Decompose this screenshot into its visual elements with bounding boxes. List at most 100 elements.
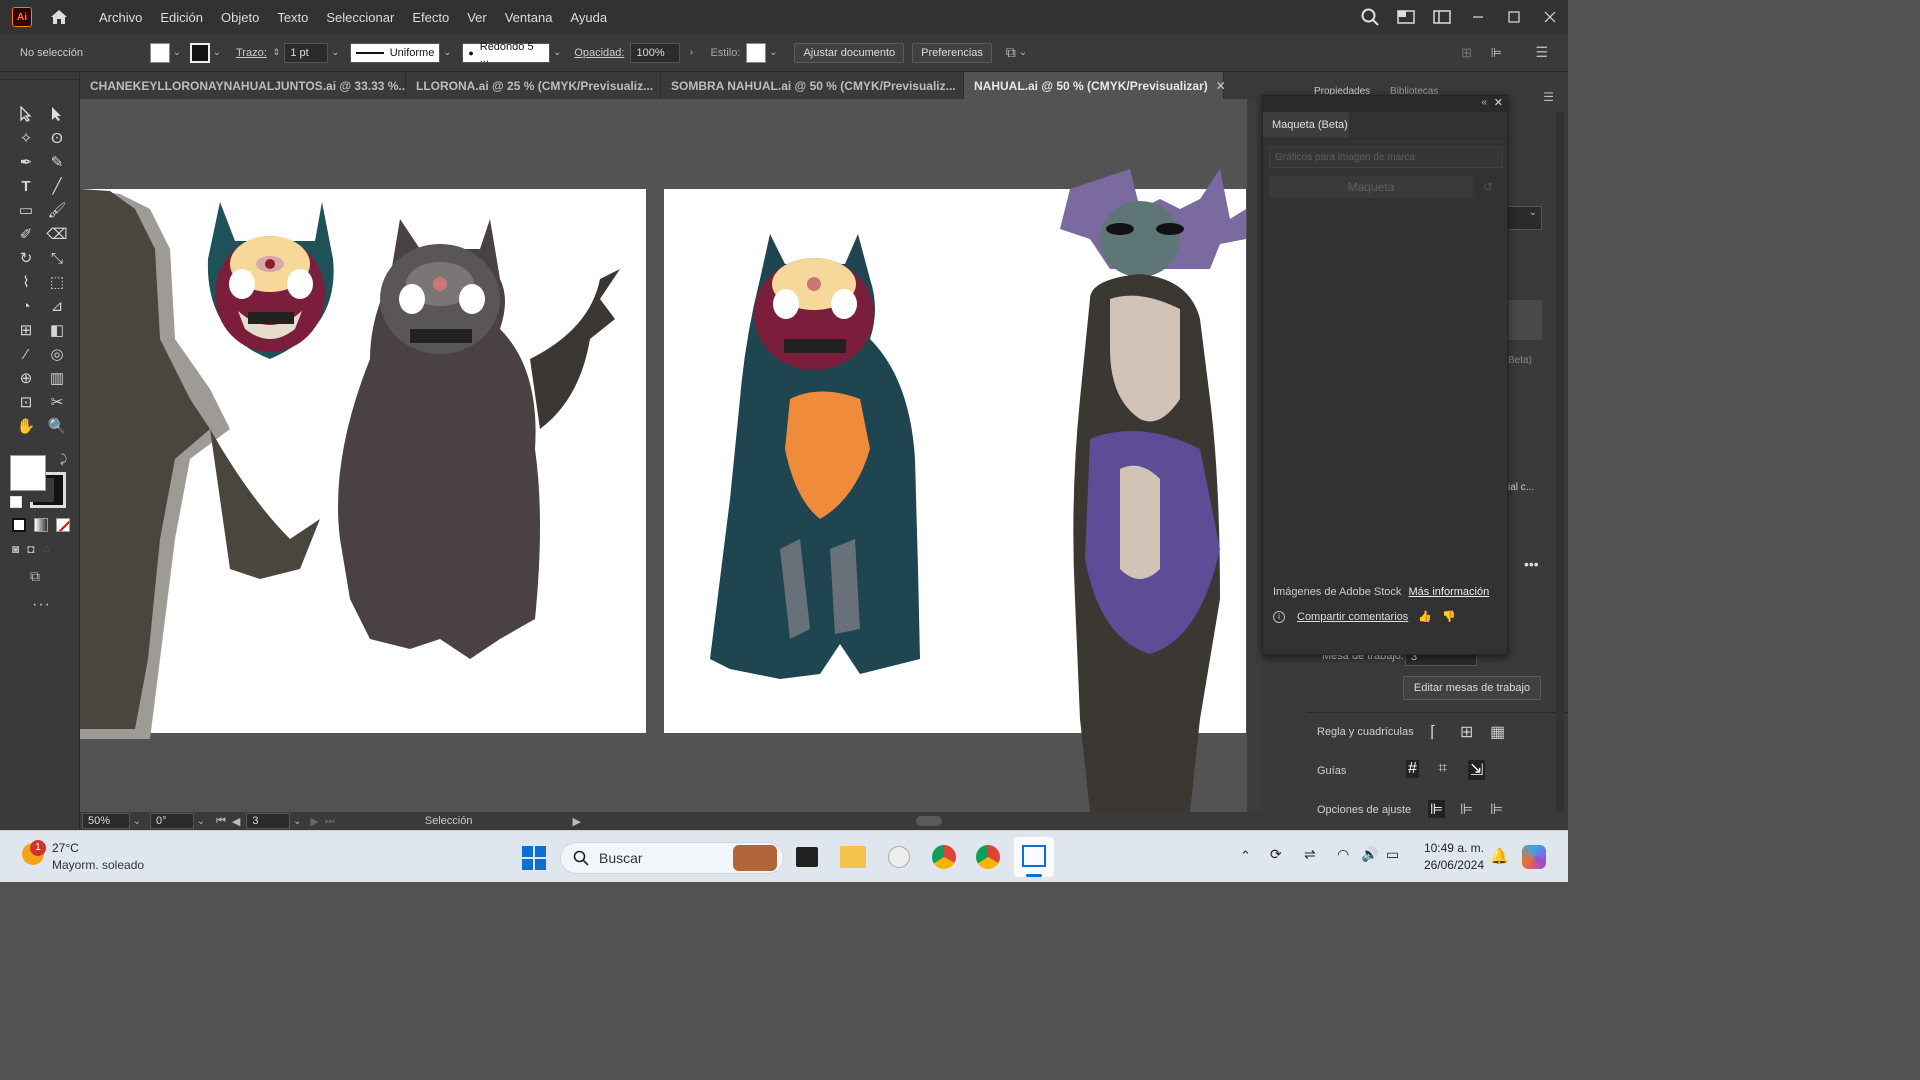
selection-tool-icon[interactable] <box>14 104 38 124</box>
arrange-icon[interactable]: ⧉ <box>1006 44 1016 61</box>
snap-point-icon[interactable]: ⊫ <box>1428 800 1446 818</box>
home-icon[interactable] <box>48 6 70 28</box>
horizontal-scrollbar[interactable] <box>591 815 1231 827</box>
copilot-icon[interactable] <box>1522 845 1546 869</box>
pen-tool-icon[interactable]: ✒ <box>14 152 38 172</box>
close-icon[interactable]: ✕ <box>1494 96 1503 109</box>
free-transform-icon[interactable]: ⬚ <box>45 272 69 292</box>
stroke-profile-select[interactable]: Uniforme <box>350 42 441 63</box>
menu-seleccionar[interactable]: Seleccionar <box>317 10 403 25</box>
more-tools-icon[interactable]: ··· <box>32 596 51 614</box>
ruler-icon[interactable]: ⌈ <box>1430 722 1436 742</box>
default-colors-icon[interactable] <box>10 496 22 508</box>
rotate-tool-icon[interactable]: ↻ <box>14 248 38 268</box>
transparency-grid-icon[interactable]: ▦ <box>1490 722 1505 742</box>
menu-archivo[interactable]: Archivo <box>90 10 151 25</box>
draw-normal-icon[interactable]: ◙ <box>12 542 19 556</box>
opacity-label[interactable]: Opacidad: <box>574 47 624 59</box>
preferences-button[interactable]: Preferencias <box>912 42 992 63</box>
thumbs-up-icon[interactable]: 👍 <box>1418 610 1432 623</box>
stroke-label[interactable]: Trazo: <box>236 47 267 59</box>
smart-guides-icon[interactable]: ⇲ <box>1468 760 1486 780</box>
line-tool-icon[interactable]: ╱ <box>45 176 69 196</box>
chrome-icon[interactable] <box>932 845 956 869</box>
lock-guides-icon[interactable]: ⌗ <box>1438 760 1447 778</box>
status-menu-icon[interactable]: ▶ <box>572 815 580 828</box>
chevron-up-icon[interactable]: ⌃ <box>1240 848 1251 864</box>
shaper-tool-icon[interactable]: ✐ <box>14 224 38 244</box>
workspace-icon[interactable] <box>1388 10 1424 24</box>
chevron-down-icon[interactable]: ⌄ <box>440 47 454 58</box>
sync-icon[interactable]: ⟳ <box>1270 846 1282 863</box>
style-swatch[interactable] <box>746 42 767 63</box>
chevron-right-icon[interactable]: › <box>684 47 698 58</box>
clock-time[interactable]: 10:49 a. m. <box>1422 841 1484 855</box>
eraser-icon[interactable]: ⌫ <box>45 224 69 244</box>
mockup-button[interactable]: Maqueta <box>1269 176 1473 198</box>
fit-document-button[interactable]: Ajustar documento <box>794 42 905 63</box>
chevron-down-icon[interactable]: ⌄ <box>1016 47 1030 58</box>
menu-objeto[interactable]: Objeto <box>212 10 268 25</box>
chevron-down-icon[interactable]: ⌄ <box>550 47 564 58</box>
prev-artboard-icon[interactable]: ◀ <box>232 815 240 828</box>
chrome-profile-icon[interactable] <box>976 845 1000 869</box>
zoom-field[interactable]: 50% <box>82 813 130 829</box>
slice-tool-icon[interactable]: ✂ <box>45 392 69 412</box>
vertical-scrollbar[interactable] <box>1247 99 1262 812</box>
share-feedback-link[interactable]: Compartir comentarios <box>1297 611 1408 623</box>
menu-lines-icon[interactable]: ☰ <box>1535 44 1548 61</box>
chevron-down-icon[interactable]: ⌄ <box>170 47 184 58</box>
gradient-icon[interactable] <box>34 518 48 532</box>
taskbar-search[interactable]: Buscar <box>560 842 784 874</box>
screen-mode-icon[interactable]: ⧉ <box>30 568 40 585</box>
stroke-swatch[interactable] <box>190 42 210 63</box>
panel-dropdown[interactable]: ⌄ <box>1506 206 1542 230</box>
brush-select[interactable]: ● Redondo 5 ... <box>462 41 551 65</box>
scale-tool-icon[interactable]: ⤡ <box>45 248 69 268</box>
last-artboard-icon[interactable]: ⏭ <box>325 815 335 828</box>
canvas[interactable] <box>80 99 1246 812</box>
mockup-panel-header[interactable]: « ✕ <box>1263 96 1507 112</box>
curvature-tool-icon[interactable]: ✎ <box>45 152 69 172</box>
stroke-weight-field[interactable]: 1 pt <box>284 42 329 63</box>
eyedropper-icon[interactable]: ⁄ <box>14 344 38 364</box>
graph-tool-icon[interactable]: ▥ <box>45 368 69 388</box>
close-icon[interactable] <box>1532 11 1568 23</box>
perspective-grid-icon[interactable]: ⊿ <box>45 296 69 316</box>
menu-ventana[interactable]: Ventana <box>496 10 562 25</box>
align-icon[interactable]: ⊞ <box>1461 45 1472 61</box>
notifications-icon[interactable]: 🔔 <box>1490 847 1509 865</box>
tab-llorona[interactable]: LLORONA.ai @ 25 % (CMYK/Previsualiz...✕ <box>406 72 671 99</box>
none-icon[interactable] <box>56 518 70 532</box>
grid-icon[interactable]: ⊞ <box>1460 722 1473 742</box>
windows-start-icon[interactable] <box>522 846 546 870</box>
rotation-field[interactable]: 0° <box>150 813 194 829</box>
fill-stroke-widget[interactable]: ⤸ <box>10 452 70 512</box>
stepper-icon[interactable]: ⇕ <box>273 47 281 58</box>
zoom-tool-icon[interactable]: 🔍 <box>45 416 69 436</box>
clock-date[interactable]: 26/06/2024 <box>1418 858 1484 872</box>
search-icon[interactable] <box>1352 8 1388 26</box>
color-icon[interactable] <box>12 518 26 532</box>
lasso-icon[interactable]: ʘ <box>45 128 69 148</box>
collapse-icon[interactable]: « <box>1481 97 1487 108</box>
paintbrush-icon[interactable]: 🖌 <box>45 200 69 220</box>
direct-selection-tool-icon[interactable] <box>45 104 69 124</box>
chevron-down-icon[interactable]: ⌄ <box>210 47 224 58</box>
fill-swatch[interactable] <box>150 42 170 63</box>
app-icon[interactable] <box>888 846 910 868</box>
menu-texto[interactable]: Texto <box>268 10 317 25</box>
transform-icon[interactable]: ⊫ <box>1491 45 1502 61</box>
wifi-icon[interactable]: ◠ <box>1337 846 1349 863</box>
maximize-icon[interactable] <box>1496 11 1532 23</box>
battery-icon[interactable]: ▭ <box>1386 846 1399 863</box>
chevron-down-icon[interactable]: ⌄ <box>130 816 144 827</box>
tab-nahual[interactable]: NAHUAL.ai @ 50 % (CMYK/Previsualizar) ✕ <box>964 72 1226 99</box>
menu-ver[interactable]: Ver <box>458 10 496 25</box>
blend-tool-icon[interactable]: ◎ <box>45 344 69 364</box>
mesh-tool-icon[interactable]: ⊞ <box>14 320 38 340</box>
file-explorer-icon[interactable] <box>840 846 866 868</box>
thumbs-down-icon[interactable]: 👎 <box>1442 610 1456 623</box>
artboard-number-field[interactable]: 3 <box>246 813 291 829</box>
panel-toggle-icon[interactable] <box>1424 10 1460 24</box>
